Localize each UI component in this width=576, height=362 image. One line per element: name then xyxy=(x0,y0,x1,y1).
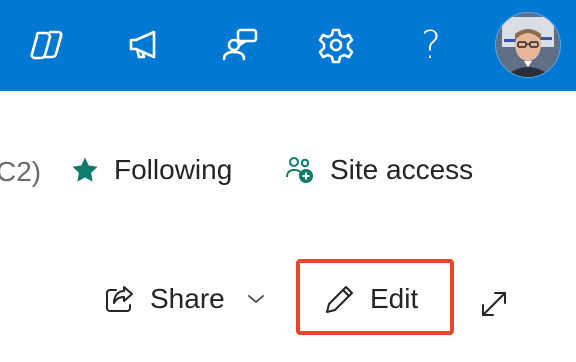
truncated-site-info: C2) xyxy=(0,156,42,187)
help-icon[interactable]: ? xyxy=(408,22,454,68)
star-icon xyxy=(70,155,100,185)
gear-icon[interactable] xyxy=(313,22,359,68)
site-access-button[interactable]: Site access xyxy=(284,154,473,186)
suite-header-bar: ? xyxy=(0,0,576,91)
following-button[interactable]: Following xyxy=(70,154,232,186)
site-access-label: Site access xyxy=(330,154,474,185)
share-label: Share xyxy=(150,283,225,314)
people-add-icon xyxy=(284,154,316,186)
edit-label: Edit xyxy=(370,283,419,314)
chevron-down-icon[interactable] xyxy=(247,293,265,305)
copilot-icon[interactable] xyxy=(24,22,70,68)
share-button[interactable]: Share xyxy=(104,283,265,315)
share-icon xyxy=(104,284,136,314)
megaphone-icon[interactable] xyxy=(121,22,167,68)
avatar[interactable] xyxy=(496,13,560,77)
expand-icon[interactable] xyxy=(474,284,514,324)
edit-button[interactable]: Edit xyxy=(324,283,418,315)
following-label: Following xyxy=(114,154,233,185)
chat-feedback-icon[interactable] xyxy=(218,22,264,68)
pencil-icon xyxy=(324,283,356,315)
